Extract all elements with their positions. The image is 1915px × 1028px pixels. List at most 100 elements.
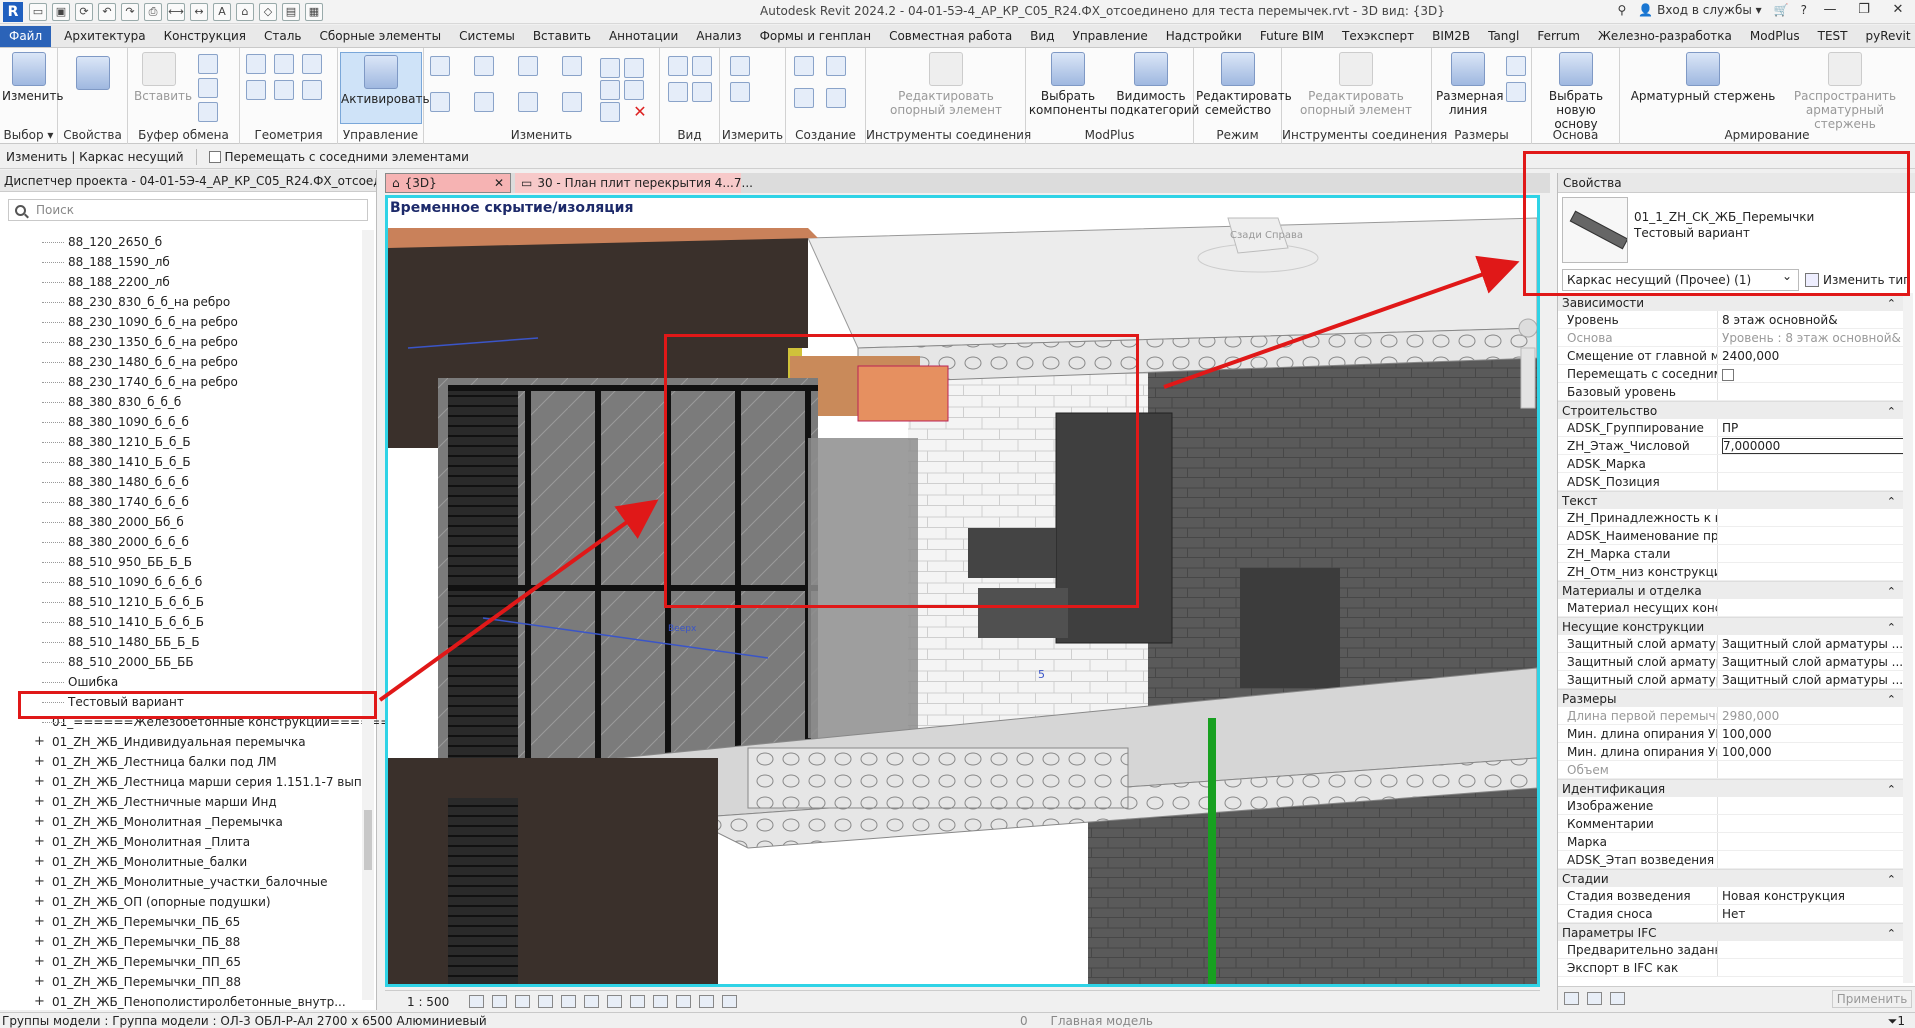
rendering-icon[interactable]	[561, 995, 577, 1008]
tree-leaf[interactable]: Ошибка	[0, 672, 360, 692]
revit-logo[interactable]: R	[3, 1, 23, 22]
modify-button[interactable]: Изменить	[2, 52, 64, 103]
tab-22[interactable]: pyRevit	[1857, 26, 1915, 47]
mirror-draw-axis-icon[interactable]	[562, 56, 582, 76]
tree-leaf[interactable]: 88_380_1090_б_б_б	[0, 412, 360, 432]
expand-icon[interactable]: +	[34, 752, 45, 772]
tree-separator[interactable]: 01_======Железобетонные конструкции=====…	[0, 712, 390, 732]
property-value[interactable]	[1718, 797, 1904, 814]
align-dimension-icon[interactable]: ↔	[190, 2, 208, 21]
view-tab-3d[interactable]: ⌂ {3D} ✕	[385, 173, 511, 193]
crop-view-icon[interactable]	[584, 995, 600, 1008]
property-value[interactable]	[1718, 563, 1904, 580]
tree-leaf[interactable]: Тестовый вариант	[0, 692, 360, 712]
property-value[interactable]: 100,000	[1718, 725, 1904, 742]
select-dropdown[interactable]: Выбор ▾	[0, 128, 57, 142]
tab-0[interactable]: Файл	[0, 26, 52, 47]
tree-leaf[interactable]: 88_380_2000_Бб_б	[0, 512, 360, 532]
tree-family[interactable]: +01_ZH_ЖБ_Индивидуальная перемычка	[0, 732, 360, 752]
tree-leaf[interactable]: 88_230_1090_б_б_на ребро	[0, 312, 360, 332]
unpin-icon[interactable]	[600, 102, 620, 122]
tree-leaf[interactable]: 88_380_1210_Б_б_Б	[0, 432, 360, 452]
copy-element-icon[interactable]	[474, 92, 494, 112]
binoculars-icon[interactable]: ⚲	[1618, 3, 1627, 17]
tree-family[interactable]: +01_ZH_ЖБ_Перемычки_ПП_88	[0, 972, 360, 992]
section-icon[interactable]: ◇	[259, 2, 277, 21]
tab-17[interactable]: Tangl	[1479, 26, 1528, 47]
tab-7[interactable]: Аннотации	[600, 26, 687, 47]
property-value[interactable]: Новая конструкция	[1718, 887, 1904, 904]
selection-filter[interactable]: ⏷1	[1888, 1013, 1905, 1028]
property-value[interactable]	[1718, 941, 1904, 958]
tree-leaf[interactable]: 88_120_2650_б	[0, 232, 360, 252]
tree-family[interactable]: +01_ZH_ЖБ_Перемычки_ПБ_65	[0, 912, 360, 932]
cope-icon[interactable]	[246, 54, 266, 74]
delete-icon[interactable]: ✕	[630, 102, 650, 122]
tab-19[interactable]: Железно-разработка	[1589, 26, 1741, 47]
expand-icon[interactable]: +	[34, 972, 45, 992]
sort-icon[interactable]	[1587, 992, 1602, 1005]
create-group-icon[interactable]	[794, 88, 814, 108]
mirror-pick-axis-icon[interactable]	[518, 56, 538, 76]
property-value[interactable]	[1718, 473, 1904, 490]
expand-icon[interactable]: +	[34, 912, 45, 932]
property-group[interactable]: Параметры IFC	[1558, 923, 1904, 943]
tab-5[interactable]: Системы	[450, 26, 524, 47]
property-group[interactable]: Идентификация	[1558, 779, 1904, 799]
tree-family[interactable]: +01_ZH_ЖБ_Пенополистиролбетонные_внутр..…	[0, 992, 360, 1012]
tree-family[interactable]: +01_ZH_ЖБ_Перемычки_ПП_65	[0, 952, 360, 972]
property-group[interactable]: Зависимости	[1558, 293, 1904, 313]
paint-icon[interactable]	[302, 80, 322, 100]
property-value[interactable]: Нет	[1718, 905, 1904, 922]
property-value[interactable]	[1718, 851, 1904, 868]
cart-icon[interactable]: 🛒	[1774, 3, 1789, 17]
property-value[interactable]: 100,000	[1718, 743, 1904, 760]
apply-button[interactable]: Применить	[1832, 990, 1912, 1008]
tree-family[interactable]: +01_ZH_ЖБ_Монолитная _Плита	[0, 832, 360, 852]
tab-18[interactable]: Ferrum	[1528, 26, 1589, 47]
tree-leaf[interactable]: 88_230_1350_б_б_на ребро	[0, 332, 360, 352]
tree-leaf[interactable]: 88_230_1480_б_б_на ребро	[0, 352, 360, 372]
split-icon[interactable]	[600, 58, 620, 78]
tree-leaf[interactable]: 88_188_2200_лб	[0, 272, 360, 292]
sync-icon[interactable]: ⟳	[75, 2, 93, 21]
tree-leaf[interactable]: 88_380_1410_Б_б_Б	[0, 452, 360, 472]
spot-coordinate-icon[interactable]	[1506, 82, 1526, 102]
override-graphics-icon[interactable]	[692, 56, 712, 76]
show-crop-icon[interactable]	[607, 995, 623, 1008]
property-value[interactable]: Защитный слой арматуры ...	[1718, 653, 1904, 670]
tab-15[interactable]: Техэксперт	[1333, 26, 1423, 47]
property-group[interactable]: Текст	[1558, 491, 1904, 511]
property-value[interactable]	[1718, 833, 1904, 850]
property-group[interactable]: Стадии	[1558, 869, 1904, 889]
visual-style-icon[interactable]	[492, 995, 508, 1008]
tree-leaf[interactable]: 88_510_1090_б_б_б_б	[0, 572, 360, 592]
tree-family[interactable]: +01_ZH_ЖБ_Лестничные марши Инд	[0, 792, 360, 812]
tab-4[interactable]: Сборные элементы	[311, 26, 451, 47]
tree-family[interactable]: +01_ZH_ЖБ_ОП (опорные подушки)	[0, 892, 360, 912]
close-icon[interactable]: ✕	[1887, 2, 1909, 17]
properties-scrollbar[interactable]	[1903, 293, 1913, 983]
activate-button[interactable]: Активировать	[340, 52, 430, 124]
minimize-icon[interactable]: —	[1819, 2, 1841, 17]
tab-3[interactable]: Сталь	[255, 26, 310, 47]
cut-geometry-icon[interactable]	[274, 54, 294, 74]
measure-distance-icon[interactable]	[730, 56, 750, 76]
tree-leaf[interactable]: 88_230_1740_б_б_на ребро	[0, 372, 360, 392]
tab-16[interactable]: BIM2B	[1423, 26, 1479, 47]
angular-dimension-icon[interactable]	[730, 82, 750, 102]
wall-joins-icon[interactable]	[246, 80, 266, 100]
property-group[interactable]: Строительство	[1558, 401, 1904, 421]
subcat-visibility-button[interactable]: Видимость подкатегорий	[1110, 52, 1199, 117]
property-group[interactable]: Несущие конструкции	[1558, 617, 1904, 637]
expand-icon[interactable]: +	[34, 732, 45, 752]
tree-leaf[interactable]: 88_380_1480_б_б_б	[0, 472, 360, 492]
split-face-icon[interactable]	[274, 80, 294, 100]
property-value[interactable]	[1718, 959, 1904, 976]
help-button[interactable]: ?	[1801, 3, 1807, 17]
tab-21[interactable]: TEST	[1809, 26, 1857, 47]
property-value[interactable]: 2980,000	[1718, 707, 1904, 724]
expand-icon[interactable]: +	[34, 872, 45, 892]
highlight-displacement-icon[interactable]	[722, 995, 738, 1008]
sun-path-icon[interactable]	[515, 995, 531, 1008]
